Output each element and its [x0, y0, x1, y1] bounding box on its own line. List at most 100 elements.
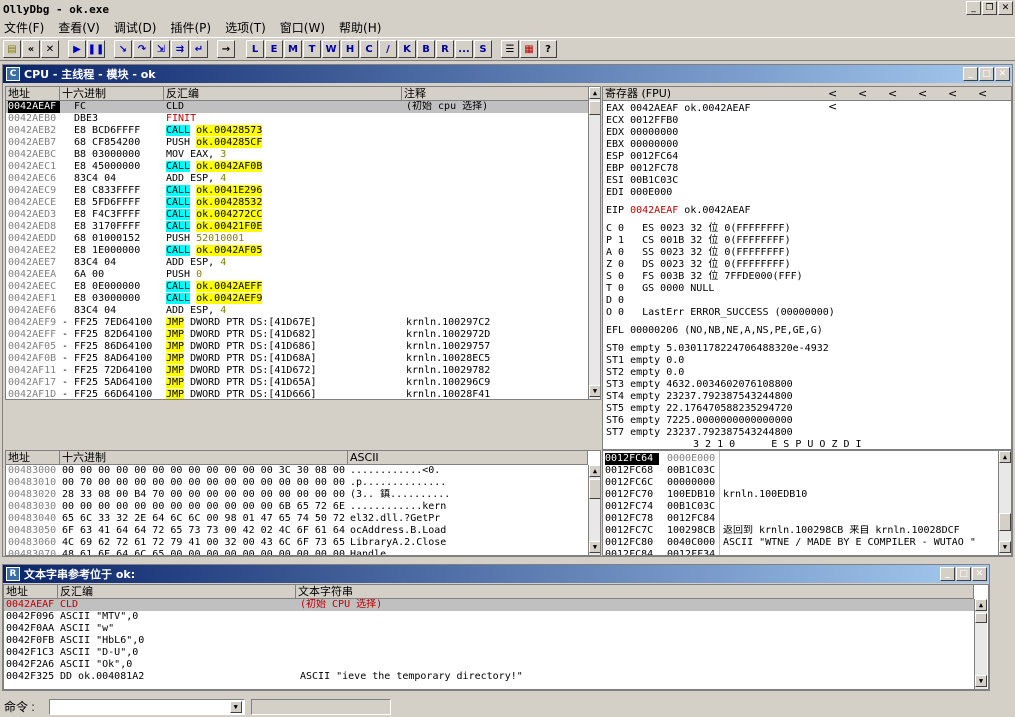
strings-scrollbar[interactable]: ▲ ▼	[974, 599, 987, 689]
register-row[interactable]: EDI 000E000	[606, 187, 672, 199]
col-disasm[interactable]: 反汇编	[164, 87, 402, 101]
pause-icon[interactable]: ❚❚	[87, 40, 105, 58]
scroll-down-icon[interactable]: ▼	[975, 675, 987, 687]
window-button-5[interactable]: H	[341, 40, 359, 58]
efl-row[interactable]: EFL 00000206 (NO,NB,NE,A,NS,PE,GE,G)	[606, 325, 823, 337]
dump-row[interactable]: 00483000 00 00 00 00 00 00 00 00 00 00 00…	[6, 465, 588, 477]
maximize-icon[interactable]: □	[979, 67, 994, 81]
trace-over-icon[interactable]: ⇉	[171, 40, 189, 58]
disasm-row[interactable]: 0042AEBC B8 03000000 MOV EAX, 3	[6, 149, 588, 161]
str-col-text[interactable]: 文本字符串	[296, 585, 974, 599]
dump-col-addr[interactable]: 地址	[6, 451, 60, 465]
minimize-icon[interactable]: _	[940, 567, 955, 581]
disasm-row[interactable]: 0042AF17- FF25 5AD64100 JMP DWORD PTR DS:[…	[6, 377, 588, 389]
flag-row[interactable]: Z 0 DS 0023 32 位 0(FFFFFFFF)	[606, 259, 791, 271]
step-over-icon[interactable]: ↷	[133, 40, 151, 58]
flag-row[interactable]: A 0 SS 0023 32 位 0(FFFFFFFF)	[606, 247, 791, 259]
register-row[interactable]: ECX 0012FFB0	[606, 115, 678, 127]
fpu-row[interactable]: ST5 empty 22.176470588235294720	[606, 403, 793, 415]
dump-row[interactable]: 00483060 4C 69 62 72 61 72 79 41 00 32 00…	[6, 537, 588, 549]
window-button-12[interactable]: S	[474, 40, 492, 58]
register-row[interactable]: EDX 00000000	[606, 127, 678, 139]
go-to-icon[interactable]: →	[217, 40, 235, 58]
step-into-icon[interactable]: ↘	[114, 40, 132, 58]
disasm-row[interactable]: 0042AED8 E8 3170FFFF CALL ok.00421F0E	[6, 221, 588, 233]
fpu-row[interactable]: ST3 empty 4632.0034602076108800	[606, 379, 793, 391]
disasm-row[interactable]: 0042AF1D - FF25 66D64100 JMP DWORD PTR DS:[…	[6, 389, 588, 399]
dump-col-ascii[interactable]: ASCII	[348, 451, 588, 465]
flag-row[interactable]: P 1 CS 001B 32 位 0(FFFFFFFF)	[606, 235, 791, 247]
dump-col-hex[interactable]: 十六进制	[60, 451, 348, 465]
register-arrow-icon[interactable]: <	[828, 87, 858, 100]
register-row[interactable]: ESP 0012FC64	[606, 151, 678, 163]
window-button-4[interactable]: W	[322, 40, 340, 58]
stack-scrollbar[interactable]: ▲ ▼	[998, 451, 1011, 555]
dump-row[interactable]: 00483010 00 70 00 00 00 00 00 00 00 00 00…	[6, 477, 588, 489]
window-button-3[interactable]: T	[303, 40, 321, 58]
string-row[interactable]: 0042F325 DD ok.004081A2 ASCII "ieve the te…	[4, 671, 974, 683]
stack-row[interactable]: 0012FC84 0012FF34	[603, 549, 997, 555]
chevron-down-icon[interactable]: ▼	[229, 700, 242, 713]
command-input[interactable]: ▼	[48, 698, 245, 715]
dump-row[interactable]: 00483040 65 6C 33 32 2E 64 6C 6C 00 98 01…	[6, 513, 588, 525]
flag-row[interactable]: D 0	[606, 295, 624, 307]
register-row[interactable]: ESI 00B1C03C	[606, 175, 678, 187]
disasm-row[interactable]: 0042AEE2 E8 1E000000 CALL ok.0042AF05	[6, 245, 588, 257]
menu-item[interactable]: 窗口(W)	[280, 19, 325, 36]
menu-item[interactable]: 选项(T)	[225, 19, 266, 36]
window-button-7[interactable]: /	[379, 40, 397, 58]
scroll-up-icon[interactable]: ▲	[589, 87, 600, 99]
dump-row[interactable]: 00483030 00 00 00 00 00 00 00 00 00 00 00…	[6, 501, 588, 513]
str-col-addr[interactable]: 地址	[4, 585, 58, 599]
window-button-11[interactable]: ...	[455, 40, 473, 58]
string-row[interactable]: 0042F1C3 ASCII "D-U",0	[4, 647, 974, 659]
dump-row[interactable]: 00483050 6F 63 41 64 64 72 65 73 73 00 42…	[6, 525, 588, 537]
fpu-row[interactable]: ST4 empty 23237.792387543244800	[606, 391, 793, 403]
col-hex[interactable]: 十六进制	[60, 87, 164, 101]
scroll-thumb[interactable]	[999, 513, 1011, 531]
register-row[interactable]: EBX 00000000	[606, 139, 678, 151]
window-button-8[interactable]: K	[398, 40, 416, 58]
stack-row[interactable]: 0012FC64 0000E000	[603, 453, 997, 465]
registers-header[interactable]: 寄存器 (FPU) < < < < < <<	[603, 87, 1011, 113]
window-button-6[interactable]: C	[360, 40, 378, 58]
fpu-row[interactable]: ST6 empty 7225.0000000000000000	[606, 415, 793, 427]
stack-row[interactable]: 0012FC80 0040C000 ASCII "WTNE / MADE BY E …	[603, 537, 997, 549]
scroll-up-icon[interactable]: ▲	[589, 465, 600, 477]
run-icon[interactable]: ▶	[68, 40, 86, 58]
menu-item[interactable]: 调试(D)	[114, 19, 157, 36]
window-button-1[interactable]: E	[265, 40, 283, 58]
disasm-scrollbar[interactable]: ▲ ▼	[588, 87, 600, 399]
disasm-row[interactable]: 0042AEDD 68 01000152 PUSH 52010001	[6, 233, 588, 245]
disasm-row[interactable]: 0042AEF9- FF25 7ED64100 JMP DWORD PTR DS:[…	[6, 317, 588, 329]
strings-pane[interactable]: 地址 反汇编 文本字符串 ▲ ▼ 0042AEAF CLD (初始 CPU 选择) 0…	[3, 584, 989, 690]
disasm-row[interactable]: 0042AECE E8 5FD6FFFF CALL ok.00428532	[6, 197, 588, 209]
register-row[interactable]: EBP 0012FC78	[606, 163, 678, 175]
fpu-row[interactable]: ST2 empty 0.0	[606, 367, 684, 379]
stack-pane[interactable]: ▲ ▼ 0012FC64 0000E000 0012FC68 00B1C03C 0012…	[602, 450, 1012, 556]
colors-icon[interactable]: ▦	[520, 40, 538, 58]
stack-row[interactable]: 0012FC74 00B1C03C	[603, 501, 997, 513]
menu-item[interactable]: 帮助(H)	[339, 19, 381, 36]
minimize-icon[interactable]: _	[963, 67, 978, 81]
minimize-icon[interactable]: _	[966, 1, 981, 15]
disasm-row[interactable]: 0042AEE7 83C4 04 ADD ESP, 4	[6, 257, 588, 269]
disasm-row[interactable]: 0042AEC1 E8 45000000 CALL ok.0042AF0B	[6, 161, 588, 173]
col-addr[interactable]: 地址	[6, 87, 60, 101]
register-arrow-icon[interactable]: <	[978, 87, 1008, 100]
maximize-icon[interactable]: □	[956, 567, 971, 581]
disasm-row[interactable]: 0042AEC9 E8 C833FFFF CALL ok.0041E296	[6, 185, 588, 197]
restart-icon[interactable]: «	[22, 40, 40, 58]
register-row[interactable]: EAX 0042AEAF ok.0042AEAF	[606, 103, 751, 115]
scroll-thumb[interactable]	[589, 479, 600, 499]
flag-row[interactable]: C 0 ES 0023 32 位 0(FFFFFFFF)	[606, 223, 791, 235]
stack-row[interactable]: 0012FC70 100EDB10 krnln.100EDB10	[603, 489, 997, 501]
disasm-row[interactable]: 0042AEFF - FF25 82D64100 JMP DWORD PTR DS:[…	[6, 329, 588, 341]
close-program-icon[interactable]: ✕	[41, 40, 59, 58]
disasm-row[interactable]: 0042AEF1 E8 03000000 CALL ok.0042AEF9	[6, 293, 588, 305]
help-icon[interactable]: ?	[539, 40, 557, 58]
eip-row[interactable]: EIP 0042AEAF ok.0042AEAF	[606, 205, 751, 217]
disassembly-pane[interactable]: 地址 十六进制 反汇编 注释 ▲ ▼ 0042AEAF FC CLD (初始 cpu…	[5, 86, 601, 400]
col-comment[interactable]: 注释	[402, 87, 589, 101]
disasm-row[interactable]: 0042AF0B - FF25 8AD64100 JMP DWORD PTR DS:[…	[6, 353, 588, 365]
